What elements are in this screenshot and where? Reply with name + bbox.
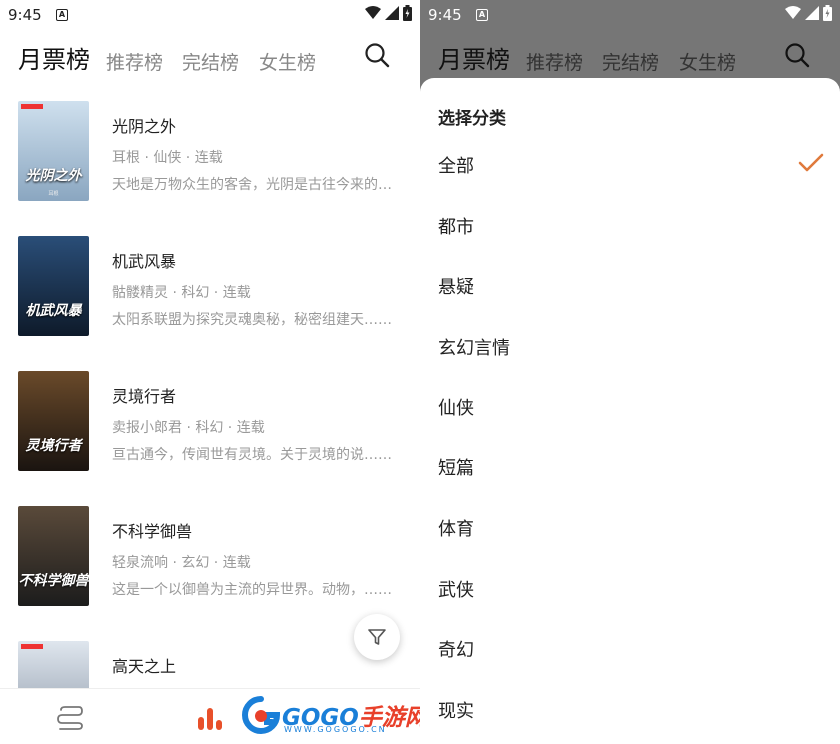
category-label: 武侠 bbox=[438, 580, 474, 601]
category-item-xianxia[interactable]: 仙侠 bbox=[420, 380, 840, 436]
category-bottom-sheet: 选择分类 全部 都市 悬疑 玄幻言情 仙侠 短篇 体育 武侠 奇幻 现实 bbox=[420, 78, 840, 744]
category-item-wuxia[interactable]: 武侠 bbox=[420, 562, 840, 618]
cover-title: 机武风暴 bbox=[25, 303, 82, 319]
notification-icon: A bbox=[476, 9, 488, 21]
cover-author: 耳根 bbox=[48, 191, 59, 197]
book-item[interactable]: 不科学御兽 不科学御兽 轻泉流响 · 玄幻 · 连载 这是一个以御兽为主流的异世… bbox=[0, 506, 420, 616]
book-title: 光阴之外 bbox=[112, 117, 177, 136]
sheet-title: 选择分类 bbox=[438, 109, 506, 129]
book-desc: 这是一个以御兽为主流的异世界。动物，…… bbox=[112, 582, 392, 598]
category-label: 全部 bbox=[438, 156, 474, 177]
book-title: 高天之上 bbox=[112, 657, 177, 676]
cover-title: 不科学御兽 bbox=[18, 573, 89, 589]
book-item[interactable]: 机武风暴 机武风暴 骷髅精灵 · 科幻 · 连载 太阳系联盟为探究灵魂奥秘，秘密… bbox=[0, 236, 420, 346]
category-item-urban[interactable]: 都市 bbox=[420, 199, 840, 255]
status-bar: 9:45 A bbox=[0, 0, 420, 30]
status-time: 9:45 bbox=[8, 6, 42, 24]
gogo-logo-icon bbox=[242, 696, 280, 734]
system-icons bbox=[365, 5, 412, 21]
publisher-mark bbox=[21, 644, 43, 649]
tab-completed[interactable]: 完结榜 bbox=[182, 48, 239, 75]
ranking-nav-icon[interactable] bbox=[196, 705, 224, 731]
book-item[interactable]: 灵境行者 灵境行者 卖报小郎君 · 科幻 · 连载 亘古通今，传闻世有灵境。关于… bbox=[0, 371, 420, 481]
book-cover[interactable]: 灵境行者 bbox=[18, 371, 89, 471]
category-item-all[interactable]: 全部 bbox=[420, 138, 840, 194]
book-cover[interactable]: 机武风暴 bbox=[18, 236, 89, 336]
book-title: 机武风暴 bbox=[112, 252, 177, 271]
category-item-realism[interactable]: 现实 bbox=[420, 683, 840, 739]
search-icon[interactable] bbox=[364, 42, 390, 68]
category-label: 都市 bbox=[438, 217, 474, 238]
tab-female[interactable]: 女生榜 bbox=[679, 48, 736, 75]
category-item-sports[interactable]: 体育 bbox=[420, 501, 840, 557]
book-meta: 轻泉流响 · 玄幻 · 连载 bbox=[112, 555, 251, 571]
status-time: 9:45 bbox=[428, 6, 462, 24]
tab-recommend[interactable]: 推荐榜 bbox=[526, 48, 583, 75]
book-meta: 卖报小郎君 · 科幻 · 连载 bbox=[112, 420, 265, 436]
book-cover[interactable]: 不科学御兽 bbox=[18, 506, 89, 606]
signal-icon bbox=[385, 6, 399, 20]
tab-recommend[interactable]: 推荐榜 bbox=[106, 48, 163, 75]
watermark: GOGO手游网 WWW.GOGOGO.CN bbox=[242, 694, 420, 740]
wifi-icon bbox=[365, 6, 381, 19]
status-bar: 9:45 A bbox=[420, 0, 840, 30]
book-item[interactable]: 光阴之外 耳根 光阴之外 耳根 · 仙侠 · 连载 天地是万物众生的客舍，光阴是… bbox=[0, 101, 420, 211]
category-label: 玄幻言情 bbox=[438, 338, 510, 359]
filter-button[interactable] bbox=[354, 614, 400, 660]
category-item-fantasy-romance[interactable]: 玄幻言情 bbox=[420, 320, 840, 376]
wifi-icon bbox=[785, 6, 801, 19]
book-desc: 太阳系联盟为探究灵魂奥秘，秘密组建天…… bbox=[112, 312, 392, 328]
battery-icon bbox=[403, 5, 412, 21]
tab-monthly[interactable]: 月票榜 bbox=[18, 40, 90, 75]
ranking-screen: 9:45 A 月票榜 推荐榜 完结榜 女生榜 光阴之外 耳根 光阴之外 耳根 ·… bbox=[0, 0, 420, 744]
book-meta: 耳根 · 仙侠 · 连载 bbox=[112, 150, 223, 166]
category-label: 悬疑 bbox=[438, 277, 474, 298]
signal-icon bbox=[805, 6, 819, 20]
category-label: 体育 bbox=[438, 519, 474, 540]
category-item-suspense[interactable]: 悬疑 bbox=[420, 259, 840, 315]
tab-completed[interactable]: 完结榜 bbox=[602, 48, 659, 75]
book-title: 不科学御兽 bbox=[112, 522, 193, 541]
book-desc: 亘古通今，传闻世有灵境。关于灵境的说…… bbox=[112, 447, 392, 463]
book-meta: 骷髅精灵 · 科幻 · 连载 bbox=[112, 285, 251, 301]
book-cover[interactable]: 光阴之外 耳根 bbox=[18, 101, 89, 201]
book-title: 灵境行者 bbox=[112, 387, 177, 406]
category-item-fantasy[interactable]: 奇幻 bbox=[420, 622, 840, 678]
check-icon bbox=[798, 153, 824, 172]
tab-monthly[interactable]: 月票榜 bbox=[438, 40, 510, 75]
cover-title: 灵境行者 bbox=[25, 438, 82, 454]
category-item-short[interactable]: 短篇 bbox=[420, 440, 840, 496]
search-icon[interactable] bbox=[784, 42, 810, 68]
category-sheet-screen: 9:45 A 月票榜 推荐榜 完结榜 女生榜 选择分类 全部 都市 悬疑 玄幻言… bbox=[420, 0, 840, 744]
book-desc: 天地是万物众生的客舍，光阴是古往今来的过客…… bbox=[112, 177, 398, 193]
filter-icon bbox=[368, 629, 386, 645]
cover-title: 光阴之外 bbox=[25, 168, 82, 184]
bookshelf-nav-icon[interactable] bbox=[56, 705, 84, 731]
category-label: 短篇 bbox=[438, 458, 474, 479]
battery-icon bbox=[823, 5, 832, 21]
watermark-url: WWW.GOGOGO.CN bbox=[284, 725, 387, 734]
notification-icon: A bbox=[56, 9, 68, 21]
publisher-mark bbox=[21, 104, 43, 109]
category-label: 奇幻 bbox=[438, 640, 474, 661]
category-label: 现实 bbox=[438, 701, 474, 722]
tab-female[interactable]: 女生榜 bbox=[259, 48, 316, 75]
ranking-tabs: 月票榜 推荐榜 完结榜 女生榜 bbox=[0, 30, 420, 86]
system-icons bbox=[785, 5, 832, 21]
category-label: 仙侠 bbox=[438, 398, 474, 419]
